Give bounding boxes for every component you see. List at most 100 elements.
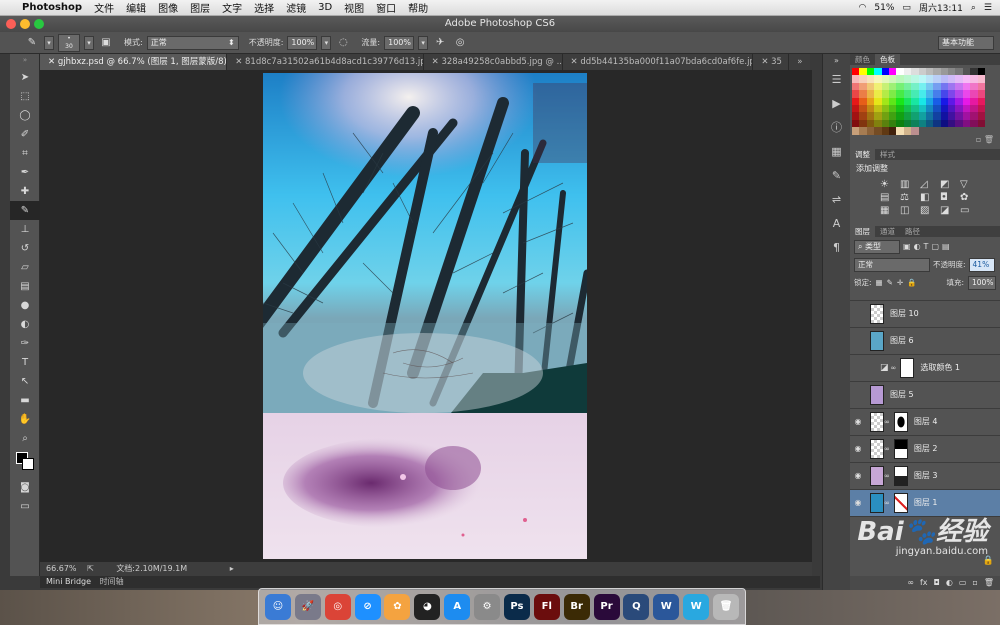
color-swatch[interactable] [896, 75, 904, 83]
layer-name[interactable]: 图层 10 [890, 308, 919, 319]
layer-row[interactable]: 图层 5 [850, 382, 1000, 409]
color-swatch[interactable] [859, 119, 867, 128]
menu-edit[interactable]: 编辑 [126, 0, 146, 15]
blend-mode-select[interactable]: 正常 [854, 257, 930, 272]
color-swatch[interactable] [911, 82, 919, 91]
settings-icon[interactable]: ⚙ [474, 593, 501, 620]
color-swatch[interactable] [859, 90, 867, 98]
character-panel-icon[interactable]: A [823, 212, 850, 236]
brush-picker-arrow[interactable]: ▾ [84, 35, 94, 50]
move-icon[interactable]: ➤ [10, 68, 40, 87]
menu-type[interactable]: 文字 [222, 0, 242, 15]
photoshop-icon[interactable]: Ps [503, 593, 530, 620]
color-swatch[interactable] [977, 119, 986, 128]
color-swatch[interactable] [874, 112, 882, 120]
color-swatch[interactable] [888, 127, 897, 135]
color-swatch[interactable] [955, 75, 963, 83]
color-swatch[interactable] [866, 112, 875, 120]
info-panel-icon[interactable]: ⓘ [823, 116, 850, 140]
menu-window[interactable]: 窗口 [376, 0, 396, 15]
color-swatch[interactable] [852, 75, 860, 83]
crop-icon[interactable]: ⌗ [10, 144, 40, 163]
layer-mask-thumbnail[interactable] [893, 492, 908, 513]
pressure-size-icon[interactable]: ◎ [452, 35, 468, 51]
color-balance-icon[interactable]: ⚖ [900, 192, 916, 203]
new-adjustment-icon[interactable]: ◐ [946, 576, 953, 590]
flow-slider-arrow[interactable]: ▾ [418, 35, 429, 50]
color-swatch[interactable] [948, 68, 956, 76]
brush-panel-icon[interactable]: ▣ [98, 35, 114, 51]
color-swatch[interactable] [948, 119, 956, 128]
brush-icon[interactable]: ✎ [10, 201, 40, 220]
appstore-icon[interactable]: A [444, 593, 471, 620]
color-swatch[interactable] [896, 127, 904, 135]
color-swatch[interactable] [977, 68, 986, 76]
tool-preset-dropdown[interactable]: ▾ [44, 35, 54, 50]
color-swatch[interactable] [888, 68, 897, 76]
blur-icon[interactable]: ● [10, 296, 40, 315]
color-swatch[interactable] [896, 68, 904, 76]
color-swatch[interactable] [970, 104, 978, 113]
background-color[interactable] [22, 458, 34, 470]
filter-shape-icon[interactable]: ▢ [931, 242, 939, 251]
tab-layers[interactable]: 图层 [850, 225, 875, 237]
flow-input[interactable]: 100% [384, 35, 415, 50]
threshold-icon[interactable]: ◪ [940, 205, 956, 216]
layer-name[interactable]: 图层 5 [890, 389, 914, 400]
color-swatch[interactable] [881, 68, 889, 76]
document-canvas[interactable] [263, 73, 587, 559]
color-swatch[interactable] [859, 97, 867, 105]
color-swatch[interactable] [955, 112, 963, 120]
brush-panel-icon[interactable]: ✎ [823, 164, 850, 188]
color-swatch[interactable] [933, 82, 941, 91]
color-swatch[interactable] [918, 112, 926, 120]
actions-panel-icon[interactable]: ▶ [823, 92, 850, 116]
color-swatch[interactable] [859, 75, 867, 83]
color-swatch[interactable] [940, 90, 949, 98]
new-layer-icon[interactable]: ▫ [972, 576, 977, 590]
color-swatch[interactable] [874, 68, 882, 76]
color-swatch[interactable] [874, 104, 882, 113]
close-window-button[interactable] [6, 19, 16, 29]
color-swatch[interactable] [881, 90, 889, 98]
opacity-slider-arrow[interactable]: ▾ [321, 35, 332, 50]
airbrush-icon[interactable]: ✈ [432, 35, 448, 51]
photos-icon[interactable]: ✿ [384, 593, 411, 620]
layer-row-selected[interactable]: ◉ ∞ 图层 1 [850, 489, 1000, 517]
path-select-icon[interactable]: ↖ [10, 372, 40, 391]
color-swatch[interactable] [955, 119, 963, 128]
layer-row[interactable]: ◉ ∞ 图层 4 [850, 409, 1000, 436]
color-swatch[interactable] [859, 82, 867, 91]
color-swatch[interactable] [903, 75, 912, 83]
color-swatch[interactable] [888, 104, 897, 113]
menu-help[interactable]: 帮助 [408, 0, 428, 15]
filter-type-icon[interactable]: T [924, 242, 929, 251]
expand-panels-icon[interactable]: » [823, 54, 850, 68]
color-swatch[interactable] [977, 97, 986, 105]
color-swatch[interactable] [866, 127, 875, 135]
color-swatch[interactable] [859, 104, 867, 113]
color-swatch[interactable] [852, 90, 860, 98]
color-swatch[interactable] [874, 90, 882, 98]
gradient-map-icon[interactable]: ▭ [960, 205, 976, 216]
trash-icon[interactable]: 🗑 [713, 593, 740, 620]
color-swatch[interactable] [888, 97, 897, 105]
swatch-trash-icon[interactable]: ▫ 🗑 [850, 135, 1000, 147]
color-swatch[interactable] [866, 104, 875, 113]
lock-transparent-icon[interactable]: ▦ [876, 278, 883, 287]
app-menu[interactable]: Photoshop [22, 2, 82, 13]
color-swatch[interactable] [874, 97, 882, 105]
exposure-icon[interactable]: ◩ [940, 179, 956, 190]
color-swatch[interactable] [970, 68, 978, 76]
quick-select-icon[interactable]: ✐ [10, 125, 40, 144]
color-swatch[interactable] [881, 75, 889, 83]
tab-timeline[interactable]: 时间轴 [100, 577, 124, 586]
color-swatch[interactable] [925, 75, 934, 83]
collapse-toolbar-icon[interactable]: » [10, 54, 40, 68]
color-swatch[interactable] [918, 97, 926, 105]
color-swatch[interactable] [866, 97, 875, 105]
pressure-opacity-icon[interactable]: ◌ [335, 35, 351, 51]
healing-icon[interactable]: ✚ [10, 182, 40, 201]
more-tabs-icon[interactable]: » [789, 54, 810, 70]
visibility-toggle[interactable] [850, 363, 866, 372]
